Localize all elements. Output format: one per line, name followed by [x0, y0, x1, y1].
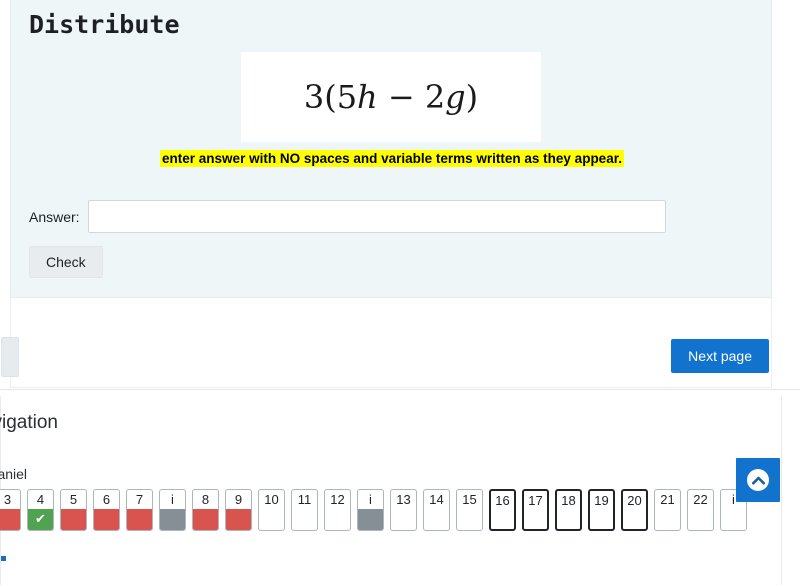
question-block-label: 9	[234, 492, 243, 507]
answer-input[interactable]	[87, 200, 666, 233]
question-block-status-blank	[688, 509, 713, 530]
page-title: Distribute	[29, 10, 180, 39]
page-nav-strip: Next page	[1, 298, 772, 388]
question-block-11[interactable]: 11	[291, 489, 318, 531]
question-block-label: 20	[627, 493, 642, 508]
question-block-status-incorrect	[94, 509, 119, 530]
question-block-list: 3 4 ✔ 5 6 7 i 8 9 10 11 12 i 13 14 15 16 17 18 19 20 21 22 i	[0, 489, 753, 531]
check-icon: ✔	[35, 511, 46, 526]
question-block-status-blank	[491, 508, 514, 529]
formula-suffix: )	[465, 78, 479, 116]
question-card: Distribute 3(5h − 2g) enter answer with …	[10, 0, 772, 298]
question-block-22[interactable]: 22	[687, 489, 714, 531]
question-block-6[interactable]: 6	[93, 489, 120, 531]
question-block-label: i	[171, 492, 174, 507]
question-block-status-incorrect	[61, 509, 86, 530]
answer-row: Answer:	[29, 200, 759, 233]
question-block-status-blank	[721, 509, 746, 530]
chevron-up-icon	[747, 469, 769, 491]
question-block-status-blank	[590, 508, 613, 529]
question-block-label: 10	[264, 492, 279, 507]
check-button[interactable]: Check	[29, 246, 103, 278]
question-block-status-blank	[457, 509, 482, 530]
question-block-label: 3	[3, 492, 12, 507]
formula-prefix: 3(5	[303, 78, 358, 116]
question-block-status-blank	[325, 509, 350, 530]
question-block-label: 22	[693, 492, 708, 507]
question-block-status-blank	[557, 508, 580, 529]
clipped-link-marker	[1, 556, 6, 561]
question-block-15[interactable]: 15	[456, 489, 483, 531]
question-block-19[interactable]: 19	[588, 489, 615, 531]
formula-variable-g: g	[445, 78, 466, 116]
question-block-label: 11	[297, 492, 312, 507]
question-block-16[interactable]: 16	[489, 489, 516, 531]
question-block-9[interactable]: 9	[225, 489, 252, 531]
question-block-13[interactable]: 13	[390, 489, 417, 531]
question-block-label: 14	[429, 492, 444, 507]
question-block-12[interactable]: 12	[324, 489, 351, 531]
question-block-label: 17	[528, 493, 543, 508]
question-block-14[interactable]: 14	[423, 489, 450, 531]
scroll-to-top-button[interactable]	[736, 458, 780, 502]
page-root: Distribute 3(5h − 2g) enter answer with …	[0, 0, 800, 585]
question-block-label: 18	[561, 493, 576, 508]
quiz-navigation-heading: Quiz navigation	[0, 412, 58, 433]
question-block-status-blank	[424, 509, 449, 530]
question-block-3[interactable]: 3	[0, 489, 21, 531]
question-block-label: i	[369, 492, 372, 507]
user-name-label: Gia McDaniel	[0, 466, 28, 482]
question-block-18[interactable]: 18	[555, 489, 582, 531]
question-block-4[interactable]: 4 ✔	[27, 489, 54, 531]
formula-variable-h: h	[357, 78, 378, 116]
question-block-i[interactable]: i	[159, 489, 186, 531]
previous-page-button[interactable]	[1, 337, 19, 377]
question-block-8[interactable]: 8	[192, 489, 219, 531]
next-page-button[interactable]: Next page	[671, 339, 769, 373]
hint-text: enter answer with NO spaces and variable…	[160, 150, 624, 167]
question-block-10[interactable]: 10	[258, 489, 285, 531]
question-block-status-blank	[391, 509, 416, 530]
question-block-status-incorrect	[127, 509, 152, 530]
question-block-label: 8	[201, 492, 210, 507]
answer-label: Answer:	[29, 208, 80, 225]
question-block-status-incorrect	[0, 509, 20, 530]
question-block-status-correct: ✔	[28, 509, 53, 530]
question-block-label: 19	[594, 493, 609, 508]
question-block-5[interactable]: 5	[60, 489, 87, 531]
question-block-label: 5	[69, 492, 78, 507]
question-block-label: 13	[396, 492, 411, 507]
question-block-status-blank	[292, 509, 317, 530]
formula-image: 3(5h − 2g)	[241, 52, 541, 142]
question-block-status-info	[358, 509, 383, 530]
question-block-17[interactable]: 17	[522, 489, 549, 531]
question-block-status-incorrect	[226, 509, 251, 530]
question-block-20[interactable]: 20	[621, 489, 648, 531]
question-block-status-blank	[259, 509, 284, 530]
question-block-label: 7	[135, 492, 144, 507]
formula-expression: 3(5h − 2g)	[304, 78, 478, 116]
question-block-status-blank	[655, 509, 680, 530]
question-block-label: 16	[495, 493, 510, 508]
hint-line: enter answer with NO spaces and variable…	[29, 150, 755, 168]
question-block-status-blank	[623, 508, 646, 529]
section-divider	[0, 389, 800, 390]
question-block-status-incorrect	[193, 509, 218, 530]
question-block-i[interactable]: i	[357, 489, 384, 531]
question-block-label: 15	[462, 492, 477, 507]
question-block-status-blank	[524, 508, 547, 529]
question-block-21[interactable]: 21	[654, 489, 681, 531]
question-block-7[interactable]: 7	[126, 489, 153, 531]
formula-middle: − 2	[377, 78, 446, 116]
question-block-label: 21	[660, 492, 675, 507]
question-block-label: 4	[36, 492, 45, 507]
question-block-status-info	[160, 509, 185, 530]
quiz-navigation-panel: Quiz navigation Gia McDaniel 34✔567i8910…	[0, 396, 782, 585]
question-block-label: 12	[330, 492, 345, 507]
question-block-label: 6	[102, 492, 111, 507]
